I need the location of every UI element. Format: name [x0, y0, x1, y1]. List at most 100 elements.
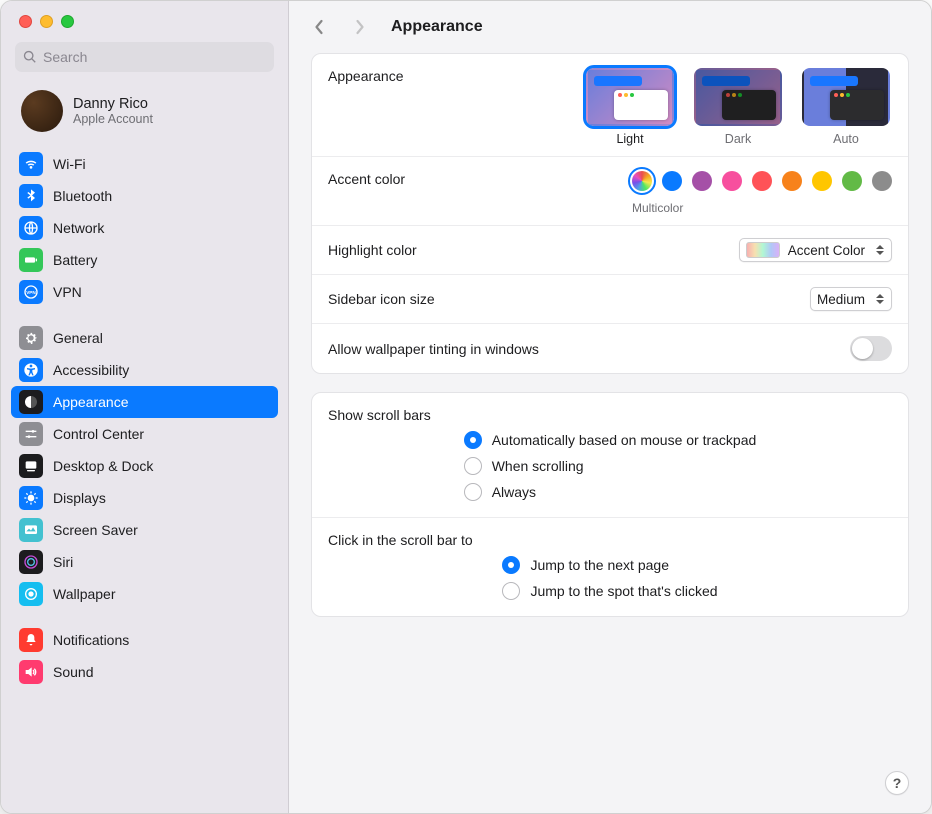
sidebar-item-label: Sound — [53, 664, 93, 680]
appearance-row: Appearance Light Dark Auto — [312, 54, 908, 156]
appearance-icon — [19, 390, 43, 414]
appearance-label: Appearance — [328, 68, 404, 84]
sidebar-item-label: General — [53, 330, 103, 346]
scrollbars-option-1[interactable]: When scrolling — [464, 457, 757, 475]
account-sub: Apple Account — [73, 112, 153, 126]
sidebar-item-label: Desktop & Dock — [53, 458, 153, 474]
chevron-left-icon — [313, 18, 326, 36]
accessibility-icon — [19, 358, 43, 382]
sidebar-icon-row: Sidebar icon size Medium — [312, 274, 908, 323]
search-icon — [23, 50, 37, 64]
scrollbars-title: Show scroll bars — [312, 393, 908, 429]
accent-selected-label: Multicolor — [632, 201, 683, 215]
search-field[interactable] — [15, 42, 274, 72]
accent-swatch-green[interactable] — [842, 171, 862, 191]
sidebar-item-siri[interactable]: Siri — [11, 546, 278, 578]
siri-icon — [19, 550, 43, 574]
sidebar-icon-popup[interactable]: Medium — [810, 287, 892, 311]
scrollclick-option-1[interactable]: Jump to the spot that's clicked — [502, 582, 717, 600]
sidebar-item-wallpaper[interactable]: Wallpaper — [11, 578, 278, 610]
avatar — [21, 90, 63, 132]
vpn-icon: VPN — [19, 280, 43, 304]
scrollclick-title: Click in the scroll bar to — [312, 517, 908, 554]
help-button[interactable]: ? — [885, 771, 909, 795]
accent-swatch-graphite[interactable] — [872, 171, 892, 191]
sidebar-icon-label: Sidebar icon size — [328, 291, 435, 307]
accent-swatch-blue[interactable] — [662, 171, 682, 191]
radio-icon — [502, 556, 520, 574]
highlight-value: Accent Color — [788, 243, 865, 258]
tinting-label: Allow wallpaper tinting in windows — [328, 341, 539, 357]
sidebar-item-vpn[interactable]: VPNVPN — [11, 276, 278, 308]
bell-icon — [19, 628, 43, 652]
sliders-icon — [19, 422, 43, 446]
back-button[interactable] — [305, 13, 333, 41]
appearance-option-auto[interactable]: Auto — [802, 68, 890, 146]
sidebar-list: Wi-Fi Bluetooth Network Battery VPNVPN Genera… — [1, 146, 288, 813]
scrollbars-group: Automatically based on mouse or trackpad… — [464, 429, 757, 505]
scrollclick-option-0[interactable]: Jump to the next page — [502, 556, 717, 574]
highlight-swatch-icon — [746, 242, 780, 258]
sidebar-item-network[interactable]: Network — [11, 212, 278, 244]
window-controls — [1, 1, 288, 38]
sound-icon — [19, 660, 43, 684]
sidebar-item-bluetooth[interactable]: Bluetooth — [11, 180, 278, 212]
account-row[interactable]: Danny Rico Apple Account — [1, 80, 288, 146]
sidebar-item-notifications[interactable]: Notifications — [11, 624, 278, 656]
accent-swatch-multicolor[interactable] — [632, 171, 652, 191]
accent-swatch-purple[interactable] — [692, 171, 712, 191]
highlight-label: Highlight color — [328, 242, 417, 258]
sidebar-item-sound[interactable]: Sound — [11, 656, 278, 688]
sidebar-item-label: Network — [53, 220, 104, 236]
page-title: Appearance — [391, 18, 483, 36]
highlight-popup[interactable]: Accent Color — [739, 238, 892, 262]
zoom-icon[interactable] — [61, 15, 74, 28]
sidebar-item-label: Battery — [53, 252, 97, 268]
scrollbars-option-0[interactable]: Automatically based on mouse or trackpad — [464, 431, 757, 449]
sidebar-item-desktop-dock[interactable]: Desktop & Dock — [11, 450, 278, 482]
tinting-row: Allow wallpaper tinting in windows — [312, 323, 908, 373]
appearance-option-label: Auto — [833, 132, 859, 146]
radio-icon — [464, 483, 482, 501]
sidebar-item-appearance[interactable]: Appearance — [11, 386, 278, 418]
close-icon[interactable] — [19, 15, 32, 28]
scrollclick-group: Jump to the next page Jump to the spot th… — [502, 554, 717, 604]
forward-button[interactable] — [345, 13, 373, 41]
appearance-option-label: Dark — [725, 132, 751, 146]
settings-window: Danny Rico Apple Account Wi-Fi Bluetooth N… — [0, 0, 932, 814]
sidebar-item-control-center[interactable]: Control Center — [11, 418, 278, 450]
minimize-icon[interactable] — [40, 15, 53, 28]
gear-icon — [19, 326, 43, 350]
desktop-icon — [19, 454, 43, 478]
content: Appearance LightDarkAuto Accent color Mu… — [289, 53, 931, 813]
sidebar-item-label: Wallpaper — [53, 586, 116, 602]
sidebar-item-wi-fi[interactable]: Wi-Fi — [11, 148, 278, 180]
sidebar-item-screen-saver[interactable]: Screen Saver — [11, 514, 278, 546]
sidebar-item-label: Notifications — [53, 632, 129, 648]
radio-label: Always — [492, 484, 536, 500]
screensaver-icon — [19, 518, 43, 542]
accent-swatch-pink[interactable] — [722, 171, 742, 191]
sidebar-item-general[interactable]: General — [11, 322, 278, 354]
sidebar-item-accessibility[interactable]: Accessibility — [11, 354, 278, 386]
appearance-option-light[interactable]: Light — [586, 68, 674, 146]
radio-label: Automatically based on mouse or trackpad — [492, 432, 757, 448]
sidebar-item-label: Siri — [53, 554, 73, 570]
highlight-row: Highlight color Accent Color — [312, 225, 908, 274]
sidebar-item-battery[interactable]: Battery — [11, 244, 278, 276]
wifi-icon — [19, 152, 43, 176]
sidebar-item-label: Wi-Fi — [53, 156, 86, 172]
sidebar-item-label: Accessibility — [53, 362, 129, 378]
accent-swatch-orange[interactable] — [782, 171, 802, 191]
scrollbars-option-2[interactable]: Always — [464, 483, 757, 501]
sidebar-item-displays[interactable]: Displays — [11, 482, 278, 514]
appearance-thumb-light — [586, 68, 674, 126]
appearance-option-dark[interactable]: Dark — [694, 68, 782, 146]
toolbar: Appearance — [289, 1, 931, 53]
accent-swatch-yellow[interactable] — [812, 171, 832, 191]
tinting-toggle[interactable] — [850, 336, 892, 361]
radio-icon — [464, 457, 482, 475]
chevron-updown-icon — [873, 242, 887, 258]
search-input[interactable] — [43, 49, 266, 65]
accent-swatch-red[interactable] — [752, 171, 772, 191]
